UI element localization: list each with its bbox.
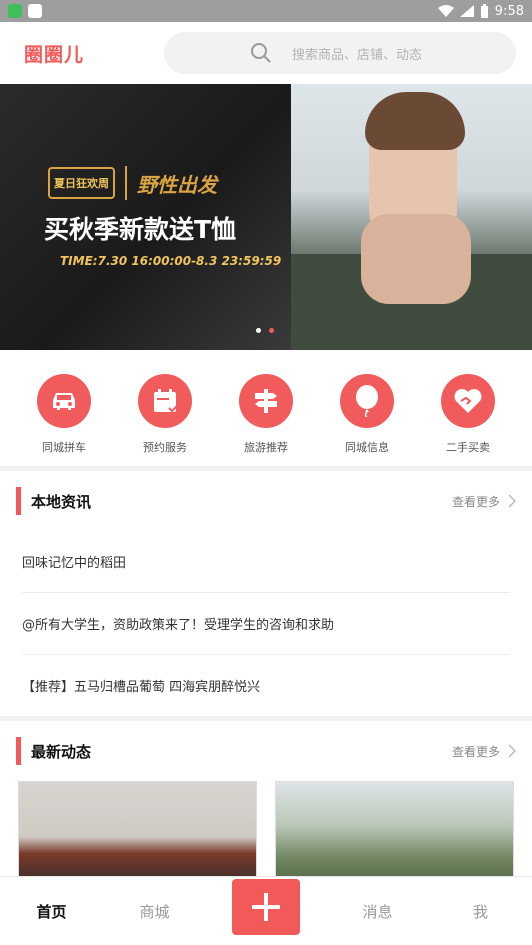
section-marker — [16, 737, 21, 765]
more-label: 查看更多 — [451, 494, 500, 509]
quick-links: 同城拼车 预约服务 旅游推荐 同城信息 二手买卖 — [0, 350, 532, 466]
promo-banner[interactable]: 夏日狂欢周 野性出发 买秋季新款送T恤 TIME:7.30 16:00:00-8… — [0, 84, 532, 350]
nav-home[interactable]: 首页 — [0, 901, 103, 922]
pagination-dot[interactable] — [256, 328, 261, 333]
battery-icon — [480, 4, 488, 18]
quick-link-local-info[interactable]: 同城信息 — [319, 374, 415, 466]
banner-text-panel: 夏日狂欢周 野性出发 买秋季新款送T恤 TIME:7.30 16:00:00-8… — [0, 84, 291, 350]
top-bar: 圈圈儿 搜索商品、店铺、动态 — [0, 22, 532, 84]
notification-icon — [28, 4, 42, 18]
news-item[interactable]: 回味记忆中的稻田 — [22, 531, 510, 593]
section-title: 本地资讯 — [31, 492, 92, 511]
news-item[interactable]: @所有大学生，资助政策来了！受理学生的咨询和求助 — [22, 593, 510, 655]
nav-me[interactable]: 我 — [429, 901, 532, 922]
quick-link-travel[interactable]: 旅游推荐 — [218, 374, 314, 466]
banner-title: 买秋季新款送T恤 — [44, 215, 237, 244]
signpost-icon — [239, 374, 293, 428]
quick-link-carpool[interactable]: 同城拼车 — [16, 374, 112, 466]
car-icon — [37, 374, 91, 428]
app-notification-icon — [8, 4, 22, 18]
nav-messages[interactable]: 消息 — [326, 901, 429, 922]
status-bar: 9:58 — [0, 0, 532, 22]
status-time: 9:58 — [494, 3, 524, 19]
quick-link-label: 旅游推荐 — [244, 441, 288, 454]
banner-model-photo — [291, 84, 532, 350]
banner-divider — [125, 166, 127, 200]
app-logo[interactable]: 圈圈儿 — [24, 40, 164, 67]
wifi-icon — [437, 5, 454, 17]
quick-link-label: 二手买卖 — [446, 441, 490, 454]
quick-link-booking[interactable]: 预约服务 — [117, 374, 213, 466]
search-icon — [251, 43, 271, 63]
local-news-list: 回味记忆中的稻田 @所有大学生，资助政策来了！受理学生的咨询和求助 【推荐】五马… — [22, 531, 510, 716]
search-placeholder: 搜索商品、店铺、动态 — [292, 47, 423, 63]
model-hands — [361, 214, 471, 304]
local-news-header: 本地资讯 查看更多 — [0, 471, 532, 531]
quick-link-label: 同城拼车 — [42, 441, 86, 454]
search-box[interactable]: 搜索商品、店铺、动态 — [164, 32, 516, 74]
latest-more-link[interactable]: 查看更多 — [452, 743, 516, 760]
calendar-icon — [138, 374, 192, 428]
publish-button[interactable] — [232, 879, 300, 935]
banner-time: TIME:7.30 16:00:00-8.3 23:59:59 — [60, 254, 282, 268]
model-hair — [365, 92, 465, 150]
chevron-right-icon — [508, 494, 516, 508]
latest-header: 最新动态 查看更多 — [0, 721, 532, 781]
quick-link-second-hand[interactable]: 二手买卖 — [420, 374, 516, 466]
plus-icon — [252, 893, 280, 921]
signal-icon — [459, 5, 474, 17]
quick-link-label: 预约服务 — [143, 441, 187, 454]
quick-link-label: 同城信息 — [345, 441, 389, 454]
news-item[interactable]: 【推荐】五马归槽品葡萄 四海宾朋醉悦兴 — [22, 655, 510, 716]
pagination-dot-active[interactable] — [269, 328, 274, 333]
more-label: 查看更多 — [451, 744, 500, 759]
handshake-icon — [441, 374, 495, 428]
tmall-badge: 夏日狂欢周 — [48, 167, 115, 199]
nav-mall[interactable]: 商城 — [103, 901, 206, 922]
banner-slogan: 野性出发 — [137, 172, 217, 197]
bottom-nav: 首页 商城 消息 我 — [0, 876, 532, 945]
section-title: 最新动态 — [31, 742, 92, 761]
chevron-right-icon — [508, 744, 516, 758]
local-news-more-link[interactable]: 查看更多 — [452, 493, 516, 510]
balloon-icon — [340, 374, 394, 428]
banner-pagination — [256, 328, 274, 333]
section-marker — [16, 487, 21, 515]
